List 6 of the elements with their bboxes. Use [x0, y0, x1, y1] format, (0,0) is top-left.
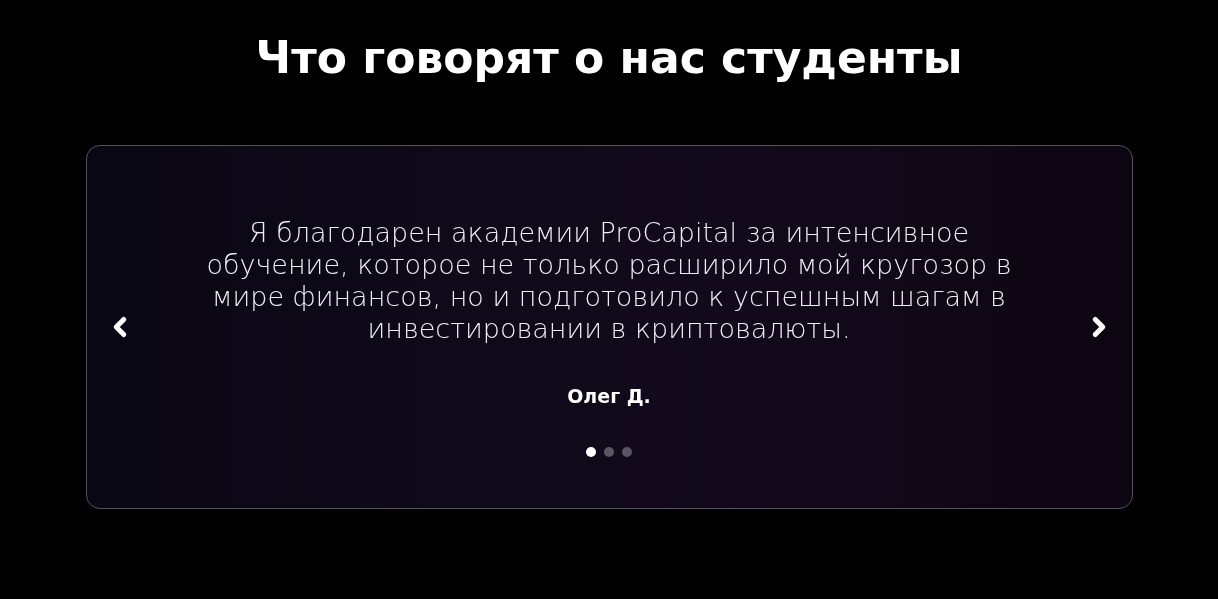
slide-dot[interactable]	[586, 447, 596, 457]
slide-dot[interactable]	[604, 447, 614, 457]
section-heading: Что говорят о нас студенты	[255, 31, 963, 85]
author-name: Олег Д.	[567, 385, 651, 407]
testimonial-text: Я благодарен академии ProCapital за интенсивное обучение, которое не только расширило мой кругозор в мире финансов, но и подготовило к успешным шагам в инвестировании в криптовалюты.	[205, 217, 1013, 345]
slide-dot[interactable]	[622, 447, 632, 457]
